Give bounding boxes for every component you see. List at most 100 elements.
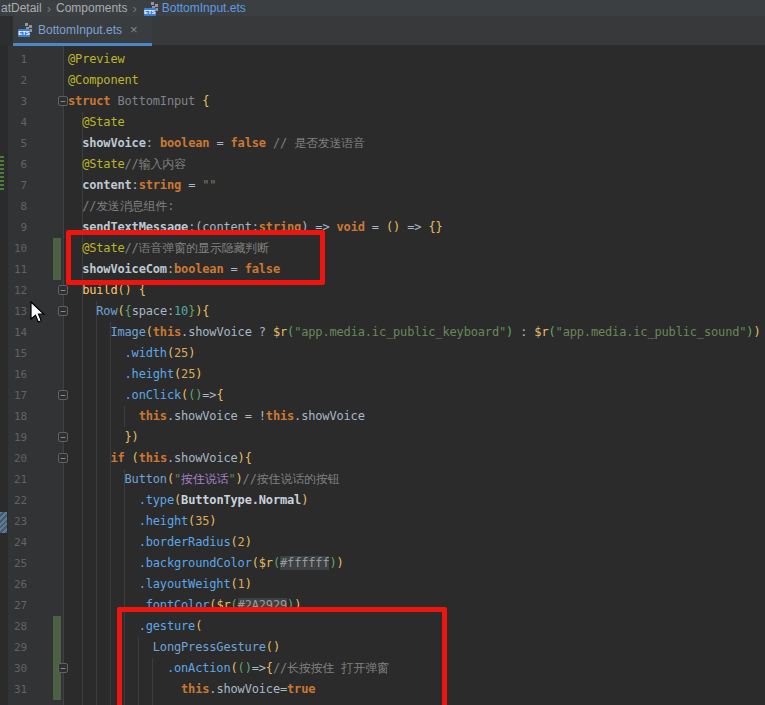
line-number: 12 [0,280,27,301]
line-number: 4 [0,112,27,133]
line-number: 15 [0,343,27,364]
breadcrumb-item-file[interactable]: BottomInput.ets [162,1,246,15]
vcs-added-marker [53,616,61,700]
ets-file-icon: ETS [144,1,159,16]
code-line: 16 .height(25) [0,364,765,385]
breadcrumb-separator-icon: › [47,1,51,16]
line-number: 8 [0,196,27,217]
code-text: .onClick(()=>{ [68,385,224,406]
line-number: 14 [0,322,27,343]
code-text: @State [68,112,125,133]
code-line: 4 @State [0,112,765,133]
code-text: content:string = "" [68,175,216,196]
line-number: 10 [0,238,27,259]
code-line: 23 .height(35) [0,511,765,532]
fold-marker-icon[interactable]: − [58,663,68,673]
code-text: this.showVoice = !this.showVoice [68,406,365,427]
code-line: 13 Row({space:10}){ [0,301,765,322]
code-text: }) [68,427,139,448]
code-line: 21 Button("按住说话")//按住说话的按钮 [0,469,765,490]
line-number: 31 [0,679,27,700]
code-text: .height(35) [68,511,216,532]
code-line: 24 .borderRadius(2) [0,532,765,553]
line-number: 22 [0,490,27,511]
line-number: 27 [0,595,27,616]
line-number: 17 [0,385,27,406]
annotation-rectangle [66,230,325,285]
line-number: 30 [0,658,27,679]
line-number: 16 [0,364,27,385]
code-line: 22 .type(ButtonType.Normal) [0,490,765,511]
line-number: 18 [0,406,27,427]
code-line: 2 @Component [0,70,765,91]
code-line: 17 .onClick(()=>{ [0,385,765,406]
fold-marker-icon[interactable]: − [58,432,68,442]
line-number: 1 [0,49,27,70]
ets-file-icon: ETS [18,22,33,37]
breadcrumb: atDetail › Compoments › ETSBottomInput.ets [0,0,765,16]
fold-marker-icon[interactable]: − [58,96,68,106]
code-text: .height(25) [68,364,202,385]
fold-marker-icon[interactable]: − [58,453,68,463]
code-line: 18 this.showVoice = !this.showVoice [0,406,765,427]
line-number: 11 [0,259,27,280]
code-line: 6 @State//输入内容 [0,154,765,175]
code-line: 19 }) [0,427,765,448]
fold-marker-icon[interactable]: − [58,390,68,400]
code-line: 25 .backgroundColor($r(#ffffff)) [0,553,765,574]
code-text: @State//输入内容 [68,154,186,175]
code-line: 26 .layoutWeight(1) [0,574,765,595]
code-text: .layoutWeight(1) [68,574,252,595]
code-text: .type(ButtonType.Normal) [68,490,308,511]
line-number: 25 [0,553,27,574]
code-line: 15 .width(25) [0,343,765,364]
code-line: 3 struct BottomInput { [0,91,765,112]
line-number: 19 [0,427,27,448]
gutter-edge-mark [0,156,4,190]
code-text: //发送消息组件: [68,196,174,217]
code-line: 14 Image(this.showVoice ? $r("app.media.… [0,322,765,343]
code-text: @Preview [68,49,125,70]
breadcrumb-item[interactable]: Compoments [56,1,127,15]
code-text: if (this.showVoice){ [68,448,252,469]
code-text: showVoice: boolean = false // 是否发送语音 [68,133,365,154]
tab-bar: ETS BottomInput.ets × [0,16,765,46]
code-line: 5 showVoice: boolean = false // 是否发送语音 [0,133,765,154]
line-number: 29 [0,637,27,658]
annotation-rectangle [117,607,447,705]
line-number: 5 [0,133,27,154]
tab-close-icon[interactable]: × [130,22,138,37]
tab-label: BottomInput.ets [38,23,122,37]
line-number: 9 [0,217,27,238]
tab-bottominput[interactable]: ETS BottomInput.ets × [13,16,152,46]
line-number: 6 [0,154,27,175]
line-number: 21 [0,469,27,490]
code-text: struct BottomInput { [68,91,209,112]
code-text: .borderRadius(2) [68,532,252,553]
vcs-added-marker [53,238,61,280]
fold-marker-icon[interactable]: − [58,306,68,316]
code-line: 8 //发送消息组件: [0,196,765,217]
gutter-edge-mark [0,512,7,533]
line-number: 28 [0,616,27,637]
line-number: 2 [0,70,27,91]
mouse-cursor [30,301,48,325]
line-number: 7 [0,175,27,196]
code-text: .backgroundColor($r(#ffffff)) [68,553,344,574]
code-line: 7 content:string = "" [0,175,765,196]
line-number: 26 [0,574,27,595]
line-number: 20 [0,448,27,469]
code-line: 20 if (this.showVoice){ [0,448,765,469]
line-number: 24 [0,532,27,553]
code-text: @Component [68,70,139,91]
tab-bar-left-pad [0,16,13,46]
breadcrumb-item[interactable]: atDetail [1,1,42,15]
fold-marker-icon[interactable]: − [58,285,68,295]
code-line: 1 @Preview [0,49,765,70]
code-text: Image(this.showVoice ? $r("app.media.ic_… [68,322,760,343]
code-text: Button("按住说话")//按住说话的按钮 [68,469,340,490]
line-number: 3 [0,91,27,112]
code-text: Row({space:10}){ [68,301,209,322]
breadcrumb-separator-icon: › [132,1,136,16]
line-number: 13 [0,301,27,322]
